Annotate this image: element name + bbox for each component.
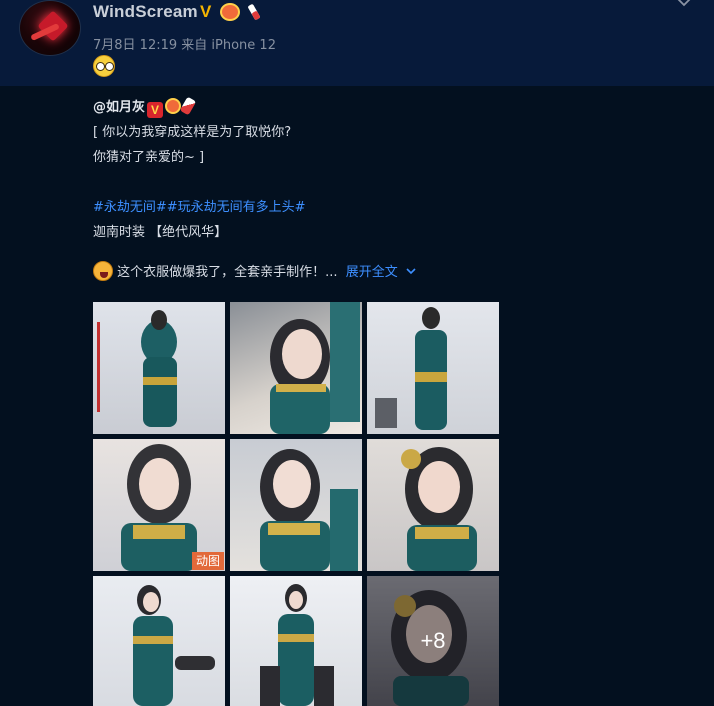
topic-tags[interactable]: #永劫无间##玩永劫无间有多上头# [93, 196, 513, 221]
gallery-photo[interactable] [93, 576, 225, 706]
bottle-badge-icon [248, 4, 260, 20]
cosplay-photo-image [260, 584, 334, 706]
post-text-line: 迦南时装 【绝代风华】 [93, 225, 228, 240]
avatar[interactable] [19, 0, 81, 56]
gallery-photo[interactable] [367, 439, 499, 571]
crying-face-emoji-icon [93, 261, 113, 281]
gallery-photo[interactable] [367, 302, 499, 434]
fan-badge-icon [220, 3, 240, 21]
cosplay-photo-image [133, 585, 215, 706]
cosplay-photo-image [270, 302, 360, 434]
post-text-line: [ 你以为我穿成这样是为了取悦你? [93, 125, 292, 140]
post-text-line: 你猜对了亲爱的~ ] [93, 150, 205, 165]
gallery-photo[interactable] [230, 439, 362, 571]
verified-icon: V [200, 2, 212, 21]
chevron-down-icon[interactable] [406, 266, 416, 276]
fan-badge-icon [165, 98, 182, 114]
more-photos-count: +8 [420, 628, 446, 653]
gallery-photo[interactable]: +8 [367, 576, 499, 706]
image-gallery: 动图 +8 [93, 302, 499, 706]
glasses-face-emoji-icon [93, 55, 115, 77]
more-photos-overlay[interactable]: +8 [367, 576, 499, 706]
expand-line: 这个衣服做爆我了，全套亲手制作！... 展开全文 [93, 261, 513, 286]
cosplay-photo-image [97, 310, 177, 427]
mention-line: @如月灰 V [93, 96, 513, 121]
verified-icon: V [147, 102, 164, 118]
cosplay-photo-image [401, 447, 477, 571]
gallery-photo[interactable] [93, 302, 225, 434]
chevron-down-icon[interactable] [675, 0, 693, 10]
bottle-badge-icon [179, 96, 197, 116]
username[interactable]: WindScream [93, 2, 198, 22]
user-mention[interactable]: @如月灰 [93, 100, 145, 115]
post-text-preview: 这个衣服做爆我了，全套亲手制作！... [117, 265, 338, 280]
cosplay-photo-image [260, 449, 358, 571]
cosplay-photo-image [375, 307, 447, 430]
gallery-photo[interactable]: 动图 [93, 439, 225, 571]
gif-badge: 动图 [191, 552, 224, 570]
post-timestamp-source: 7月8日 12:19 来自 iPhone 12 [93, 38, 276, 53]
post-body: @如月灰 V [ 你以为我穿成这样是为了取悦你? 你猜对了亲爱的~ ] #永劫无间… [93, 96, 513, 286]
gallery-photo[interactable] [230, 576, 362, 706]
post-header: WindScream V 7月8日 12:19 来自 iPhone 12 [0, 0, 714, 86]
expand-full-text-link[interactable]: 展开全文 [346, 265, 398, 280]
gallery-photo[interactable] [230, 302, 362, 434]
